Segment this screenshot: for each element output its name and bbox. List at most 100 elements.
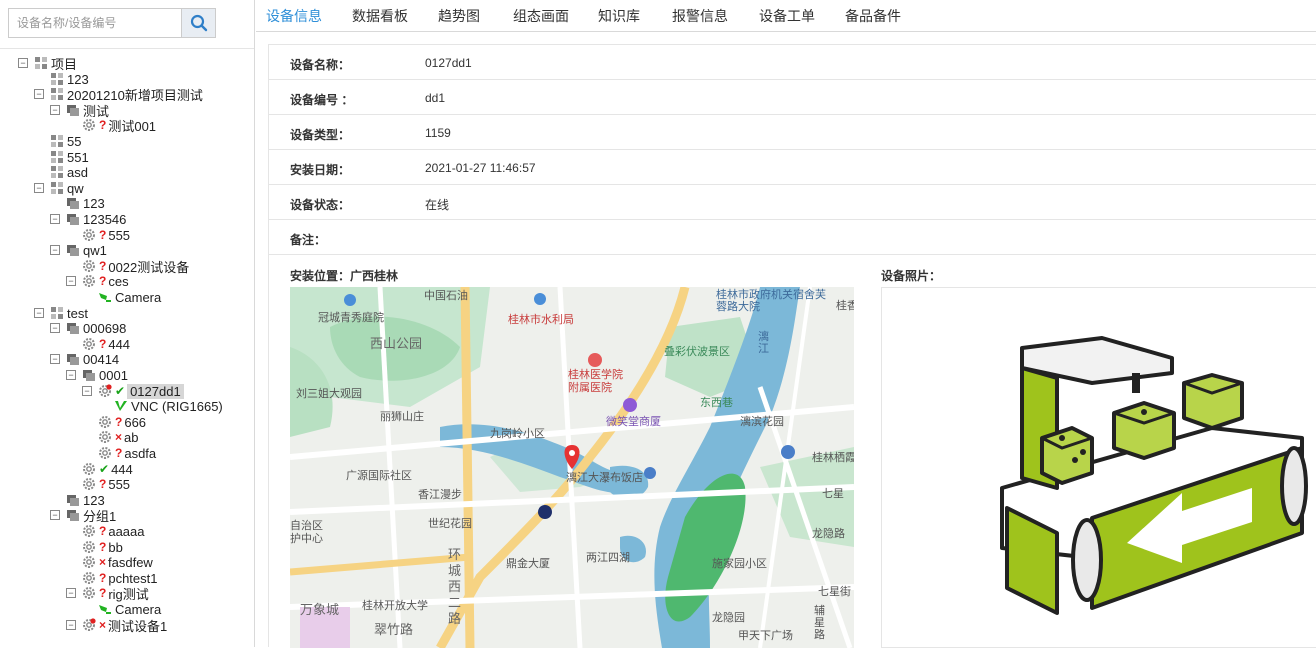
gear-icon [82,571,96,585]
info-row-date: 安装日期： 2021-01-27 11:46:57 [269,150,1316,185]
group-icon [50,87,64,101]
map-label: 鼎金大厦 [506,558,550,570]
toggle-spacer [82,417,92,427]
gear-icon [82,477,96,491]
toggle-spacer [66,120,76,130]
tree-node[interactable]: asd [34,164,88,180]
search-button[interactable] [181,9,215,37]
tree-node[interactable]: − 测试 [50,102,109,119]
tree-node[interactable]: Camera [82,289,161,305]
tree-node[interactable]: ? 0022测试设备 [66,258,189,275]
tree-node[interactable]: ? 555 [66,227,130,243]
location-map[interactable]: 中国石油 桂林市水利局 桂林市政府机关宿舍芙蓉路大院 桂香 冠城青秀庭院 西山公… [290,287,854,648]
status-unknown-icon: ? [99,259,107,273]
status-unknown-icon: ? [99,477,107,491]
tree-node[interactable]: − 项目 [18,55,77,72]
date-value: 2021-01-27 11:46:57 [425,161,536,175]
tree-node[interactable]: − × 测试设备1 [66,617,168,634]
tab-knowledge[interactable]: 知识库 [598,6,640,26]
tree-node[interactable]: 55 [34,133,81,149]
collapse-toggle[interactable]: − [66,276,76,286]
collapse-toggle[interactable]: − [50,214,60,224]
collapse-toggle[interactable]: − [50,105,60,115]
gear-icon [98,446,112,460]
tree-node[interactable]: ✔ 444 [66,461,133,477]
status-unknown-icon: ? [99,524,107,538]
tree-node[interactable]: ? bb [66,539,123,555]
tab-work-order[interactable]: 设备工单 [759,6,815,26]
date-label: 安装日期： [290,163,351,177]
tree-node-label: 123 [83,195,105,211]
tab-data-dashboard[interactable]: 数据看板 [352,6,408,26]
folder-icon [66,212,80,226]
map-label: 九岗岭小区 [490,428,545,440]
tree-node[interactable]: − 分组1 [50,507,116,524]
collapse-toggle[interactable]: − [50,510,60,520]
tree-node-label: 123546 [83,211,127,227]
tab-trend[interactable]: 趋势图 [438,6,480,26]
tree-node[interactable]: × fasdfew [66,554,153,570]
tree-node[interactable]: − 000698 [50,320,126,336]
tab-scada[interactable]: 组态画面 [513,6,569,26]
tab-device-info[interactable]: 设备信息 [266,6,322,26]
collapse-toggle[interactable]: − [34,308,44,318]
collapse-toggle[interactable]: − [66,620,76,630]
map-label: 翠竹路 [374,622,414,637]
toggle-spacer [34,136,44,146]
toggle-spacer [66,464,76,474]
search-input[interactable] [9,9,183,37]
tree-node[interactable]: −? ces [66,273,129,289]
map-label: 漓滨花园 [740,416,784,428]
tree-node[interactable]: − test [34,305,88,321]
tree-node[interactable]: −20201210新增项目测试 [34,86,203,103]
tree-node[interactable]: − qw1 [50,242,107,258]
tree-node-label: 0001 [99,367,128,383]
tree-node[interactable]: VNC (RIG1665) [98,398,223,414]
info-row-remark: 备注： [269,220,1316,255]
gear-icon [82,259,96,273]
tree-node[interactable]: − 0001 [66,367,128,383]
collapse-toggle[interactable]: − [66,588,76,598]
collapse-toggle[interactable]: − [50,323,60,333]
tree-node[interactable]: × ab [82,429,138,445]
gear-alert-icon [98,384,112,398]
map-label: 两江四湖 [586,552,630,564]
toggle-spacer [66,526,76,536]
toggle-spacer [98,401,108,411]
tree-node[interactable]: − qw [34,180,84,196]
gear-icon [82,555,96,569]
collapse-toggle[interactable]: − [34,89,44,99]
tree-node[interactable]: ? asdfa [82,445,156,461]
tree-node[interactable]: − ✔ 0127dd1 [82,383,184,399]
map-label: 冠城青秀庭院 [318,312,384,324]
folder-icon [66,493,80,507]
collapse-toggle[interactable]: − [34,183,44,193]
toggle-spacer [50,198,60,208]
status-unknown-icon: ? [99,118,107,132]
tree-node-label: 666 [124,414,147,430]
tree-node[interactable]: ? 555 [66,476,130,492]
tree-node[interactable]: − 00414 [50,351,119,367]
collapse-toggle[interactable]: − [18,58,28,68]
collapse-toggle[interactable]: − [66,370,76,380]
tree-node[interactable]: ? 测试001 [66,117,156,134]
tree-node[interactable]: ? 444 [66,336,130,352]
tree-node-label: rig测试 [108,586,149,602]
tree-node[interactable]: 123 [50,195,105,211]
tree-node-label: 0127dd1 [127,383,184,399]
group-icon [50,72,64,86]
collapse-toggle[interactable]: − [50,245,60,255]
tab-alarm[interactable]: 报警信息 [672,6,728,26]
tree-node[interactable]: −? rig测试 [66,585,149,602]
tree-node[interactable]: ? 666 [82,414,146,430]
tree-node[interactable]: ? aaaaa [66,523,145,539]
tree-node[interactable]: 551 [34,149,89,165]
search-icon [190,14,207,32]
device-tree-panel: −项目123−20201210新增项目测试−测试?测试00155551asd−q… [0,0,255,647]
tree-node-label: 测试设备1 [108,618,168,634]
tab-spare-parts[interactable]: 备品备件 [845,6,901,26]
collapse-toggle[interactable]: − [82,386,92,396]
collapse-toggle[interactable]: − [50,354,60,364]
tree-node[interactable]: − 123546 [50,211,126,227]
type-label: 设备类型： [290,128,351,142]
